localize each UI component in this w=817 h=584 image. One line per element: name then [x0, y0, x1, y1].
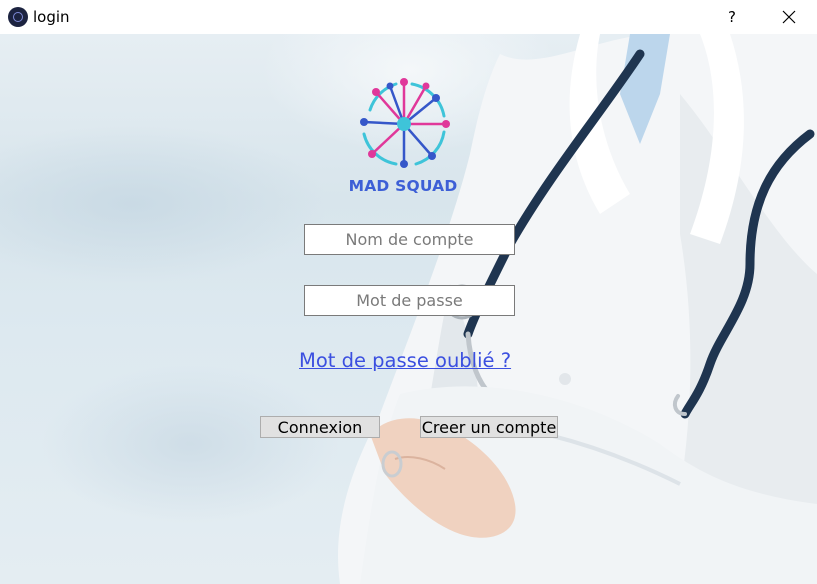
username-input[interactable] [305, 225, 514, 254]
create-account-button[interactable]: Creer un compte [420, 416, 558, 438]
help-button[interactable]: ? [717, 0, 747, 34]
close-button[interactable] [771, 0, 807, 34]
forgot-password-link[interactable]: Mot de passe oublié ? [299, 349, 511, 372]
brand-name: MAD SQUAD [348, 177, 458, 195]
app-logo-icon [8, 7, 28, 27]
close-icon [782, 10, 796, 24]
title-bar: login ? [0, 0, 817, 34]
mad-squad-logo-icon [360, 78, 450, 168]
password-field[interactable] [304, 285, 515, 316]
username-field[interactable] [304, 224, 515, 255]
login-button[interactable]: Connexion [260, 416, 380, 438]
window-title: login [33, 8, 70, 26]
password-input[interactable] [305, 286, 514, 315]
